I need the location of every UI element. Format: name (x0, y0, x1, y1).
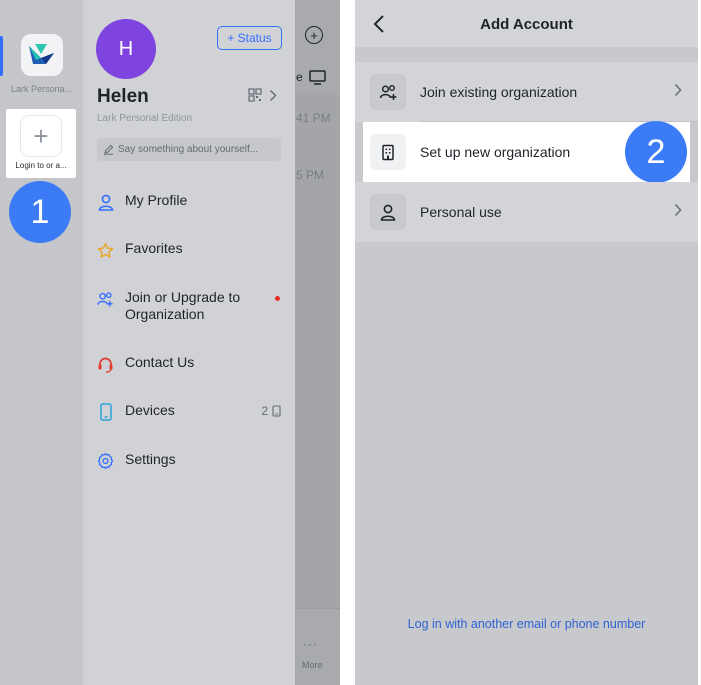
menu-label: Join or Upgrade to Organization (125, 289, 241, 322)
dimmed-header: + e (295, 0, 340, 95)
monitor-icon (309, 70, 326, 85)
gear-icon (97, 452, 114, 470)
phone-outline-icon (272, 405, 281, 417)
person-icon (97, 193, 114, 211)
more-tab-label: More (302, 660, 323, 670)
notification-dot (275, 296, 280, 301)
active-account-indicator (0, 36, 3, 76)
qr-code-icon (248, 88, 262, 102)
nav-bar: Add Account (355, 0, 698, 47)
option-join-existing-organization[interactable]: Join existing organization (355, 62, 698, 122)
right-screen: Add Account Join existing organization S… (355, 0, 698, 685)
step-badge-2: 2 (625, 121, 687, 183)
account-label: Lark Persona... (10, 84, 73, 94)
add-account-button[interactable]: + Login to or a... (6, 109, 76, 178)
plus-icon: + (20, 115, 62, 157)
more-dots-icon: ··· (303, 637, 318, 651)
left-screen: Lark Persona... + Login to or a... 1 H +… (0, 0, 340, 685)
bio-placeholder: Say something about yourself... (118, 144, 259, 155)
menu-item-my-profile[interactable]: My Profile (97, 192, 287, 211)
account-rail: Lark Persona... + Login to or a... 1 (0, 0, 83, 685)
option-label: Set up new organization (420, 144, 571, 160)
plus-circle-icon: + (305, 26, 323, 44)
option-personal-use[interactable]: Personal use (355, 182, 698, 242)
menu-item-devices[interactable]: Devices 2 (97, 402, 287, 421)
add-account-label: Login to or a... (15, 161, 67, 170)
page-title: Add Account (480, 16, 573, 33)
partial-text: e (296, 70, 303, 84)
bio-input[interactable]: Say something about yourself... (97, 138, 281, 161)
edition-label: Lark Personal Edition (97, 113, 193, 124)
device-count: 2 (261, 404, 281, 418)
chevron-right-icon (270, 89, 277, 101)
menu-item-settings[interactable]: Settings (97, 451, 287, 470)
step-badge-1: 1 (9, 181, 71, 243)
menu-label: Favorites (125, 240, 183, 256)
option-label: Join existing organization (420, 84, 578, 100)
menu-item-join-organization[interactable]: Join or Upgrade to Organization (97, 289, 287, 323)
option-label: Personal use (420, 204, 502, 220)
star-icon (97, 241, 114, 259)
person-icon (370, 194, 406, 230)
profile-qr-link[interactable] (248, 88, 277, 102)
menu-label: Devices (125, 402, 175, 418)
menu-label: Settings (125, 451, 176, 467)
dimmed-chat-list: + e 41 PM 5 PM ··· More (295, 0, 340, 685)
status-button[interactable]: + Status (217, 26, 282, 50)
chevron-right-icon (674, 83, 682, 97)
menu-label: My Profile (125, 192, 188, 208)
people-add-icon (97, 290, 114, 308)
menu-label: Contact Us (125, 354, 195, 370)
building-icon (370, 134, 406, 170)
pencil-icon (104, 144, 114, 155)
dimmed-tab-bar: ··· More (295, 608, 340, 685)
lark-app-icon[interactable] (21, 34, 63, 76)
profile-drawer: H + Status Helen Lark Personal Edition S… (83, 0, 295, 685)
device-count-value: 2 (261, 404, 268, 418)
avatar[interactable]: H (96, 19, 156, 79)
chat-time: 5 PM (296, 168, 325, 182)
headset-icon (97, 355, 114, 373)
lark-logo-icon (29, 44, 54, 64)
phone-icon (97, 403, 114, 421)
chat-time: 41 PM (296, 111, 331, 125)
chevron-right-icon (674, 203, 682, 217)
user-name: Helen (97, 86, 149, 107)
menu-item-contact-us[interactable]: Contact Us (97, 354, 287, 373)
people-add-icon (370, 74, 406, 110)
menu-item-favorites[interactable]: Favorites (97, 240, 287, 259)
alternate-login-link[interactable]: Log in with another email or phone numbe… (355, 617, 698, 631)
